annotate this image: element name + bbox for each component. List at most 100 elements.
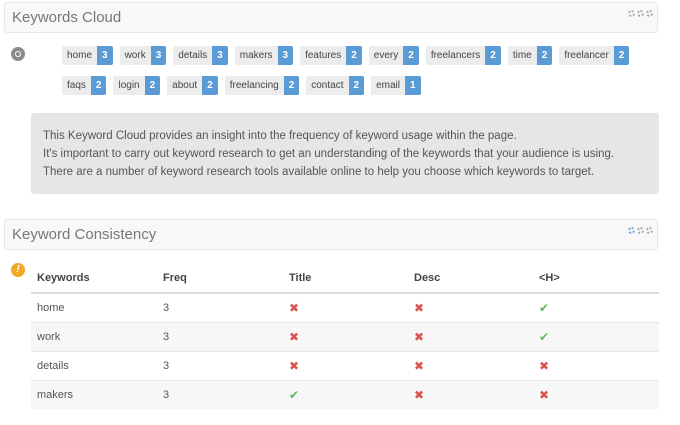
gear-icon[interactable] bbox=[628, 227, 635, 234]
cell-keyword: details bbox=[31, 351, 157, 381]
info-text-line: This Keyword Cloud provides an insight i… bbox=[43, 130, 517, 142]
cell-title: ✖ bbox=[283, 351, 408, 381]
cell-h: ✔ bbox=[533, 293, 659, 323]
keyword-tag-word: every bbox=[368, 46, 404, 65]
check-icon: ✔ bbox=[539, 330, 550, 344]
cross-icon: ✖ bbox=[289, 301, 300, 315]
tag-row: home 3 work 3 details 3 makers 3 features 2 every 2… bbox=[62, 46, 630, 65]
cell-freq: 3 bbox=[157, 293, 283, 323]
keyword-consistency-header: Keyword Consistency bbox=[4, 219, 658, 250]
cell-h: ✔ bbox=[533, 322, 659, 352]
keyword-tag: details 3 bbox=[173, 46, 228, 65]
keywords-cloud-title: Keywords Cloud bbox=[12, 9, 122, 26]
cross-icon: ✖ bbox=[414, 359, 425, 373]
keyword-tag-cloud: home 3 work 3 details 3 makers 3 features 2 every 2… bbox=[62, 46, 630, 106]
cell-freq: 3 bbox=[157, 380, 283, 409]
neutral-status-icon bbox=[11, 47, 25, 61]
cross-icon: ✖ bbox=[414, 301, 425, 315]
tag-row: faqs 2 login 2 about 2 freelancing 2 contact 2 ema… bbox=[62, 76, 629, 95]
keyword-tag-count: 3 bbox=[150, 46, 167, 65]
keyword-tag-word: about bbox=[167, 76, 203, 95]
keyword-tag: home 3 bbox=[62, 46, 113, 65]
keyword-tag: work 3 bbox=[119, 46, 167, 65]
check-icon: ✔ bbox=[539, 301, 550, 315]
keyword-tag: faqs 2 bbox=[62, 76, 107, 95]
column-header-title: Title bbox=[283, 263, 408, 294]
keywords-cloud-header: Keywords Cloud bbox=[4, 2, 658, 33]
keyword-tag: freelancer 2 bbox=[559, 46, 630, 65]
keyword-tag-word: email bbox=[371, 76, 405, 95]
gear-icon[interactable] bbox=[646, 10, 653, 17]
keyword-tag-count: 2 bbox=[485, 46, 501, 65]
keyword-tag-word: freelancer bbox=[559, 46, 614, 65]
keyword-tag: features 2 bbox=[300, 46, 362, 65]
cell-title: ✖ bbox=[283, 293, 408, 323]
keyword-tag-word: makers bbox=[234, 46, 278, 65]
keywords-cloud-info: This Keyword Cloud provides an insight i… bbox=[31, 113, 659, 194]
keyword-tag-count: 3 bbox=[212, 46, 228, 65]
cell-freq: 3 bbox=[157, 351, 283, 381]
column-header-h: <H> bbox=[533, 263, 659, 294]
cell-h: ✖ bbox=[533, 351, 659, 381]
cell-keyword: home bbox=[31, 293, 157, 323]
keyword-tag: makers 3 bbox=[234, 46, 294, 65]
info-text-line: It's important to carry out keyword rese… bbox=[43, 148, 615, 178]
keyword-tag-word: details bbox=[173, 46, 213, 65]
keyword-tag-word: work bbox=[119, 46, 151, 65]
keyword-tag-count: 3 bbox=[97, 46, 113, 65]
keyword-tag: contact 2 bbox=[306, 76, 365, 95]
cell-keyword: makers bbox=[31, 380, 157, 409]
cell-title: ✔ bbox=[283, 380, 408, 409]
keyword-tag: time 2 bbox=[507, 46, 553, 65]
table-row: home 3 ✖ ✖ ✔ bbox=[31, 293, 659, 323]
gear-icon[interactable] bbox=[637, 227, 644, 234]
warning-icon: ! bbox=[11, 263, 25, 277]
keyword-consistency-title: Keyword Consistency bbox=[12, 226, 157, 243]
gear-icon[interactable] bbox=[637, 10, 644, 17]
cell-freq: 3 bbox=[157, 322, 283, 352]
column-header-desc: Desc bbox=[408, 263, 533, 294]
keyword-tag-word: contact bbox=[306, 76, 349, 95]
panel-settings[interactable] bbox=[628, 10, 653, 17]
table-row: work 3 ✖ ✖ ✔ bbox=[31, 322, 659, 352]
keyword-tag-word: home bbox=[62, 46, 98, 65]
gear-icon[interactable] bbox=[646, 227, 653, 234]
keyword-tag-word: faqs bbox=[62, 76, 91, 95]
keyword-tag-count: 2 bbox=[348, 76, 365, 95]
cell-keyword: work bbox=[31, 322, 157, 352]
table-row: details 3 ✖ ✖ ✖ bbox=[31, 351, 659, 381]
cross-icon: ✖ bbox=[539, 359, 550, 373]
keyword-tag-count: 2 bbox=[346, 46, 362, 65]
keyword-tag-count: 3 bbox=[277, 46, 294, 65]
cell-desc: ✖ bbox=[408, 293, 533, 323]
keyword-tag-count: 2 bbox=[202, 76, 218, 95]
keyword-tag: email 1 bbox=[371, 76, 421, 95]
cell-desc: ✖ bbox=[408, 322, 533, 352]
keyword-tag-count: 2 bbox=[536, 46, 553, 65]
keyword-tag-count: 2 bbox=[613, 46, 630, 65]
keyword-tag-count: 2 bbox=[403, 46, 419, 65]
cross-icon: ✖ bbox=[539, 388, 550, 402]
keyword-tag-count: 2 bbox=[283, 76, 300, 95]
table-row: makers 3 ✔ ✖ ✖ bbox=[31, 380, 659, 409]
cross-icon: ✖ bbox=[289, 330, 300, 344]
keyword-tag-word: features bbox=[300, 46, 347, 65]
keyword-tag-word: freelancing bbox=[224, 76, 284, 95]
column-header-keywords: Keywords bbox=[31, 263, 157, 294]
keyword-consistency-table: Keywords Freq Title Desc <H> home 3 ✖ ✖ ✔ wor… bbox=[31, 263, 659, 409]
cell-desc: ✖ bbox=[408, 380, 533, 409]
keyword-tag: freelancing 2 bbox=[224, 76, 300, 95]
keyword-tag: freelancers 2 bbox=[425, 46, 501, 65]
cell-desc: ✖ bbox=[408, 351, 533, 381]
cross-icon: ✖ bbox=[414, 388, 425, 402]
keyword-tag: login 2 bbox=[113, 76, 161, 95]
cell-h: ✖ bbox=[533, 380, 659, 409]
gear-icon[interactable] bbox=[628, 10, 635, 17]
check-icon: ✔ bbox=[289, 388, 300, 402]
cross-icon: ✖ bbox=[414, 330, 425, 344]
keyword-tag-count: 1 bbox=[404, 76, 421, 95]
keyword-tag-word: time bbox=[507, 46, 537, 65]
keyword-tag-word: login bbox=[113, 76, 145, 95]
cross-icon: ✖ bbox=[289, 359, 300, 373]
panel-settings[interactable] bbox=[628, 227, 653, 234]
